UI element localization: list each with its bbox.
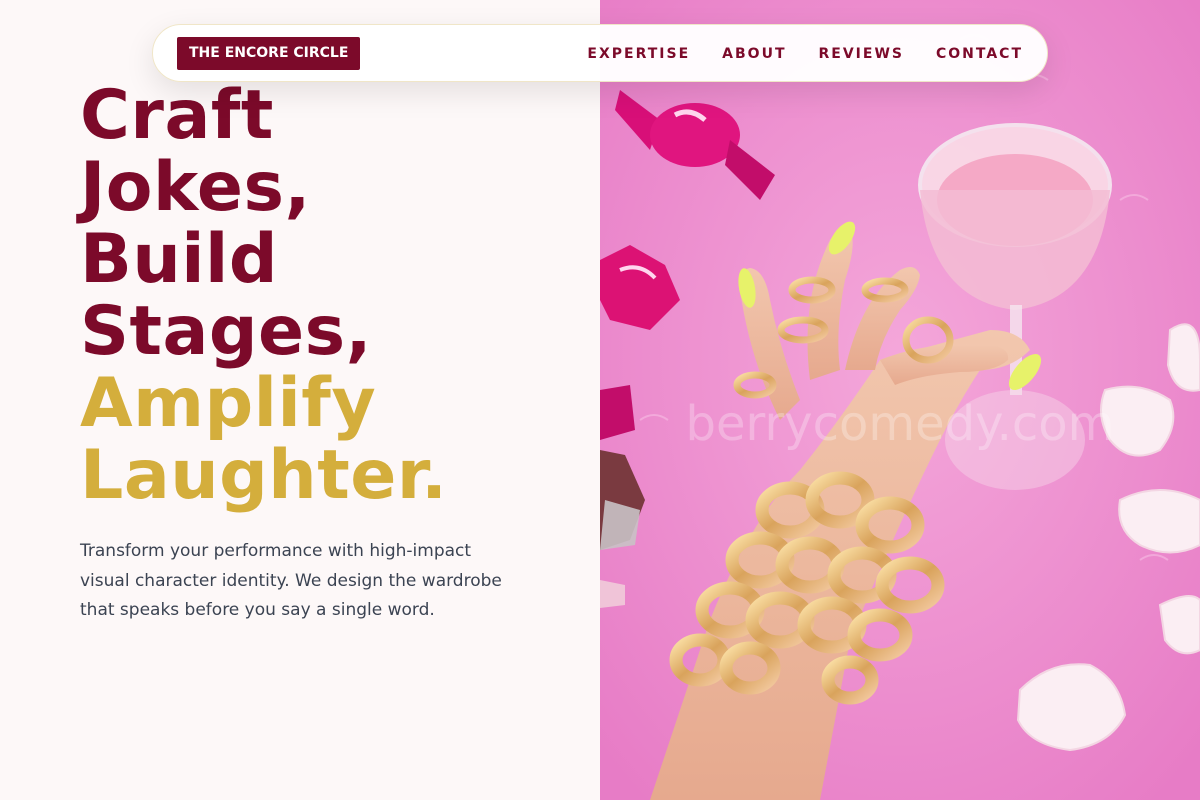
hero-title-line-6: Laughter. xyxy=(80,436,448,515)
hero-description: Transform your performance with high-imp… xyxy=(80,541,502,620)
hero-title-line-4: Stages, xyxy=(80,292,372,371)
hero-text-panel: Craft Jokes, Build Stages, Amplify Laugh… xyxy=(0,0,600,800)
hero-title-line-2: Jokes, xyxy=(80,148,311,227)
hero-title-line-3: Build xyxy=(80,220,279,299)
hero-photo: berrycomedy.com xyxy=(600,0,1200,800)
hero-photo-illustration: berrycomedy.com xyxy=(600,0,1200,800)
brand-logo[interactable]: THE ENCORE CIRCLE xyxy=(177,37,361,70)
nav-links: EXPERTISE ABOUT REVIEWS CONTACT xyxy=(587,25,1023,83)
nav-link-reviews[interactable]: REVIEWS xyxy=(819,46,904,62)
nav-link-contact[interactable]: CONTACT xyxy=(936,46,1023,62)
top-navbar: THE ENCORE CIRCLE EXPERTISE ABOUT REVIEW… xyxy=(152,24,1048,82)
hero-title: Craft Jokes, Build Stages, Amplify Laugh… xyxy=(80,80,448,512)
watermark: berrycomedy.com xyxy=(686,396,1115,452)
hero-title-line-1: Craft xyxy=(80,76,274,155)
nav-link-about[interactable]: ABOUT xyxy=(722,46,786,62)
nav-link-expertise[interactable]: EXPERTISE xyxy=(587,46,690,62)
hero-title-line-5: Amplify xyxy=(80,364,377,443)
